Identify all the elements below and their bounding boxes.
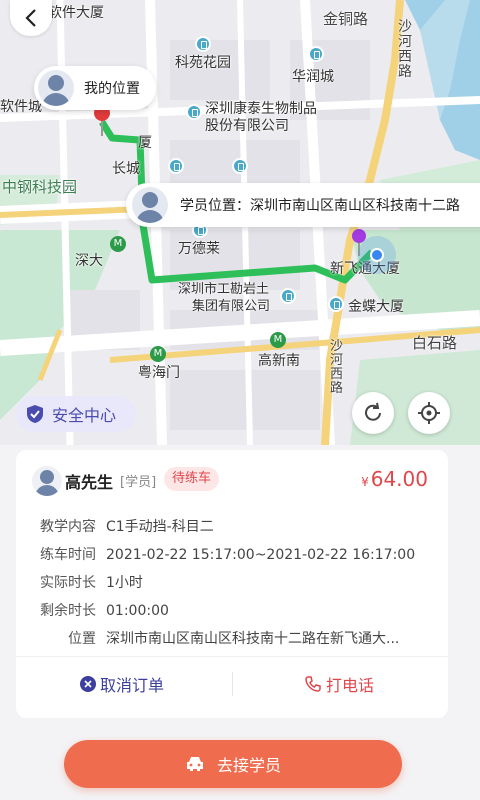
status-badge: 待练车 [164,467,220,491]
avatar [32,466,62,496]
map-label: 金铜路 [323,10,369,28]
map-label: 白石路 [412,334,458,352]
metro-icon: M [150,346,166,362]
cancel-order-label: 取消订单 [100,676,165,695]
map-label: 长城 [112,161,140,177]
info-label: 练车时间 [40,547,96,563]
call-label: 打电话 [326,676,375,695]
info-value: 深圳市南山区南山区科技南十二路在新飞通大... [106,631,400,647]
shield-icon [27,405,43,423]
avatar [132,187,168,223]
building-icon [308,46,324,62]
close-circle-icon [80,676,96,692]
building-icon [168,158,184,174]
map-label: 科苑花园 [175,55,231,71]
order-price: ¥64.00 [361,467,428,491]
order-card: 高先生 [学员] 待练车 ¥64.00 教学内容 C1手动挡-科目二 练车时间 20… [16,450,448,718]
crosshair-icon [418,402,440,424]
safety-center-button[interactable]: 安全中心 [16,396,136,432]
map-label: 华润城 [292,69,334,85]
building-icon [280,288,296,304]
student-name: 高先生 [65,473,114,492]
info-row: 剩余时长 01:00:00 [40,600,169,620]
info-row: 练车时间 2021-02-22 15:17:00~2021-02-22 16:17… [40,544,415,564]
map-label: 深大 [75,253,103,269]
student-role: [学员] [120,475,157,490]
student-location-bubble[interactable]: 学员位置：深圳市南山区南山区科技南十二路 [126,183,480,227]
map-label: 金蝶大厦 [348,299,404,315]
building-icon [232,158,248,174]
call-button[interactable]: 打电话 [304,672,374,696]
pick-up-student-button[interactable]: 去接学员 [64,740,402,788]
info-value: 01:00:00 [106,603,169,619]
info-value: 1小时 [106,575,143,591]
currency-symbol: ¥ [361,475,369,489]
building-icon [186,104,202,120]
chevron-left-icon [25,9,36,27]
map-label: 集团有限公司 [192,299,271,314]
map-label: 沙河西路 [398,19,412,80]
map-label: 沙河西路 [330,339,344,396]
map-label: 厦 [138,135,152,151]
info-row: 实际时长 1小时 [40,572,143,592]
metro-icon: M [270,332,286,348]
info-label: 位置 [68,631,96,647]
price-value: 64.00 [370,467,428,491]
current-position-icon [358,236,396,274]
map-label: 股份有限公司 [205,118,289,134]
info-value: C1手动挡-科目二 [106,519,214,535]
map-view[interactable]: 软件大厦 软件城 金铜路 沙河西路 科苑花园 华润城 深圳康泰生物制品 股份有限… [0,0,480,445]
info-label: 实际时长 [40,575,96,591]
map-label: 高新南 [258,353,300,369]
map-label: 万德莱 [178,241,220,257]
info-label: 教学内容 [40,519,96,535]
divider [232,672,233,696]
my-location-bubble[interactable]: 我的位置 [34,66,156,110]
map-label: 粤海门 [138,365,180,381]
refresh-button[interactable] [352,392,394,434]
building-icon [195,36,211,52]
phone-icon [305,676,321,692]
locate-button[interactable] [408,392,450,434]
refresh-icon [365,402,381,421]
cancel-order-button[interactable]: 取消订单 [80,672,164,696]
info-label: 剩余时长 [40,603,96,619]
map-label: 中钢科技园 [2,178,78,196]
building-icon [328,296,344,312]
avatar [38,70,74,106]
my-location-label: 我的位置 [84,81,140,97]
map-label: 软件大厦 [48,5,104,21]
pick-up-label: 去接学员 [216,756,281,775]
map-label: 软件城 [0,99,42,115]
metro-icon: M [110,236,126,252]
info-value: 2021-02-22 15:17:00~2021-02-22 16:17:00 [106,547,416,563]
divider [16,656,448,657]
student-location-label: 学员位置：深圳市南山区南山区科技南十二路 [180,198,460,214]
info-row: 位置 深圳市南山区南山区科技南十二路在新飞通大... [40,628,399,648]
safety-center-label: 安全中心 [52,406,117,425]
info-row: 教学内容 C1手动挡-科目二 [40,516,214,536]
car-icon [186,757,203,771]
